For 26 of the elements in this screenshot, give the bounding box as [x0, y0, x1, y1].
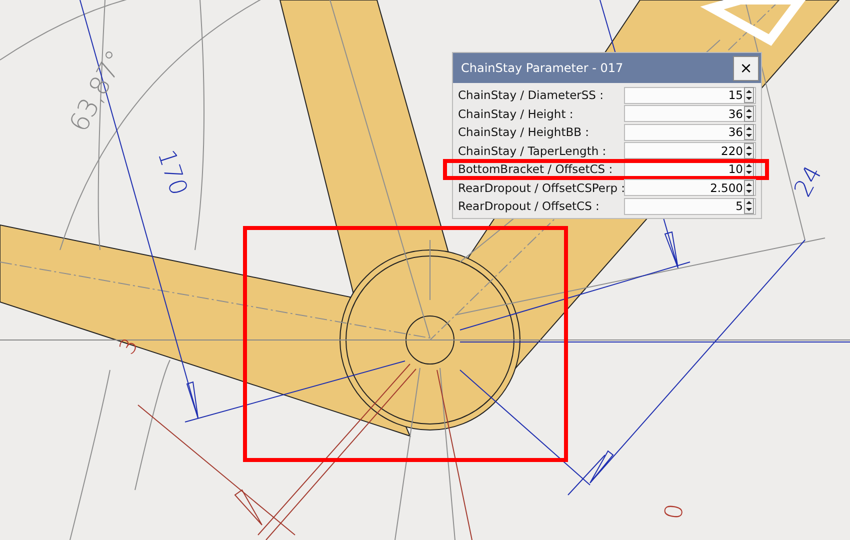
spinner-icon[interactable] [744, 198, 754, 214]
dimension-label: 24 [788, 161, 828, 202]
dimension-label: 63,87° [64, 46, 132, 137]
spinner-icon[interactable] [744, 87, 754, 104]
dialog-title: ChainStay Parameter - 017 [461, 61, 624, 75]
close-button[interactable]: × [733, 56, 759, 80]
parameter-label: ChainStay / TaperLength : [458, 144, 608, 158]
parameter-label: ChainStay / Height : [458, 106, 574, 121]
number-field[interactable]: 220 [624, 142, 756, 160]
spinner-icon[interactable] [744, 106, 754, 122]
parameter-label: RearDropout / OffsetCSPerp : [458, 180, 624, 195]
dimension-label: 0 [659, 502, 690, 522]
number-field[interactable]: 15 [624, 86, 756, 104]
dimension-label: 170 [152, 146, 193, 199]
dimension-label: 3 [115, 334, 144, 360]
number-field[interactable]: 2.500 [624, 179, 756, 196]
spinner-icon[interactable] [744, 180, 754, 196]
spinner-icon[interactable] [744, 142, 754, 159]
number-field[interactable]: 36 [624, 124, 756, 141]
parameter-label: ChainStay / HeightBB : [458, 125, 590, 140]
number-field[interactable]: 36 [624, 105, 756, 122]
parameter-label: RearDropout / OffsetCS : [458, 199, 600, 214]
number-field[interactable]: 5 [624, 198, 756, 215]
spinner-icon[interactable] [744, 124, 754, 140]
parameter-label: BottomBracket / OffsetCS : [458, 162, 614, 176]
parameter-label: ChainStay / DiameterSS : [458, 88, 605, 102]
